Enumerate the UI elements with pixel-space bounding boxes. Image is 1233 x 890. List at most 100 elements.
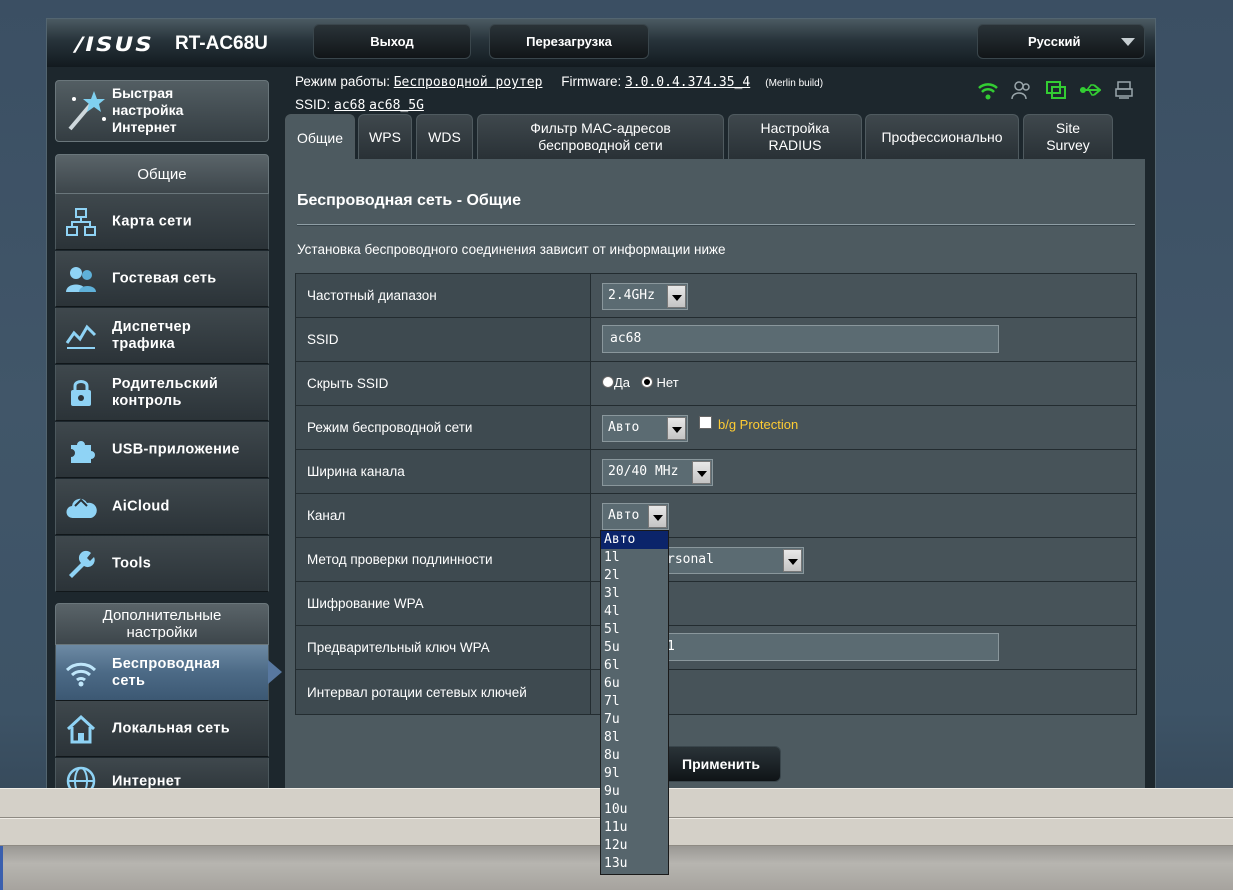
channel-option[interactable]: 2l [601,567,668,585]
channel-option[interactable]: 7l [601,693,668,711]
tab-wds[interactable]: WDS [416,114,473,159]
channel-option[interactable]: 11u [601,819,668,837]
channel-option[interactable]: Авто [601,531,668,549]
title-divider [297,224,1135,225]
channel-width-select[interactable]: 20/40 MHz [602,459,713,486]
tab-professional[interactable]: Профессионально [865,114,1019,159]
general-section-header: Общие [55,154,269,194]
ssid-link-24[interactable]: ac68 [334,98,365,113]
tab-mac-filter-label-2: беспроводной сети [538,137,663,153]
form-row-hide-ssid: Скрыть SSID Да Нет [296,362,1136,406]
sidebar-label-tools: Tools [112,555,152,571]
hide-ssid-label: Скрыть SSID [296,362,591,405]
channel-width-label: Ширина канала [296,450,591,493]
channel-option[interactable]: 6l [601,657,668,675]
apply-button[interactable]: Применить [661,746,781,782]
form-row-band: Частотный диапазон 2.4GHz [296,274,1136,318]
tab-site-survey-label-1: Site [1055,120,1081,136]
tab-radius[interactable]: Настройка RADIUS [728,114,862,159]
hide-ssid-yes-radio[interactable] [602,376,614,388]
ssid-label: SSID: [295,97,331,112]
sidebar-item-usb-app[interactable]: USB-приложение [55,422,269,478]
channel-option[interactable]: 3l [601,585,668,603]
status-icons [977,79,1137,103]
channel-option[interactable]: 13u [601,855,668,873]
sidebar-label-network-map: Карта сети [112,213,192,229]
tab-site-survey[interactable]: Site Survey [1023,114,1113,159]
traffic-manager-icon [65,324,97,349]
network-map-icon [66,208,96,236]
printer-status-icon[interactable] [1113,79,1135,101]
wifi-icon [65,662,97,687]
wifi-status-icon[interactable] [977,79,999,101]
sidebar-item-aicloud[interactable]: AiCloud [55,479,269,535]
language-label: Русский [1028,34,1081,49]
channel-dropdown-list[interactable]: Авто 1l 2l 3l 4l 5l 5u 6l 6u 7l 7u 8l 8u 9l 9u 10u 11u 12… [600,530,669,875]
channel-width-value: 20/40 MHz [608,464,679,479]
wireless-mode-select[interactable]: Авто [602,415,688,442]
sidebar-item-wireless[interactable]: Беспроводная сеть [55,645,282,701]
reboot-button[interactable]: Перезагрузка [489,24,649,59]
usb-app-icon [71,441,95,463]
ssid-input[interactable]: ac68 [602,325,999,353]
hide-ssid-no-radio[interactable] [640,376,653,388]
sidebar-item-lan[interactable]: Локальная сеть [55,701,269,757]
main-content: Беспроводная сеть - Общие Установка бесп… [285,159,1145,799]
ssid-link-5g[interactable]: ac68_5G [369,98,424,113]
sidebar-label-guest-network: Гостевая сеть [112,270,217,286]
tab-general[interactable]: Общие [285,114,355,161]
band-select[interactable]: 2.4GHz [602,283,688,310]
channel-option[interactable]: 5l [601,621,668,639]
hide-ssid-no-label: Нет [656,375,679,390]
language-select[interactable]: Русский [977,24,1145,59]
channel-option[interactable]: 8l [601,729,668,747]
quick-setup-label-1: Быстрая [112,85,174,101]
page-title: Беспроводная сеть - Общие [297,192,522,209]
form-row-auth-method: Метод проверки подлинности rsonal [296,538,1136,582]
logout-button[interactable]: Выход [313,24,471,59]
sidebar-label-wireless-1: Беспроводная [112,655,221,672]
ssid-field-label: SSID [296,318,591,361]
tab-wps[interactable]: WPS [358,114,412,159]
mode-link[interactable]: Беспроводной роутер [394,75,543,90]
sidebar-label-traffic-2: трафика [112,335,176,352]
sidebar-item-tools[interactable]: Tools [55,536,269,592]
tab-mac-filter-label-1: Фильтр MAC-адресов [530,120,671,136]
channel-option[interactable]: 1l [601,549,668,567]
hide-ssid-yes-label: Да [614,375,631,390]
sidebar-label-usb-app: USB-приложение [112,441,240,457]
channel-option[interactable]: 10u [601,801,668,819]
sidebar-item-guest-network[interactable]: Гостевая сеть [55,251,269,307]
channel-option[interactable]: 9u [601,783,668,801]
form-row-key-rotation: Интервал ротации сетевых ключей [296,670,1136,714]
firmware-link[interactable]: 3.0.0.4.374.35_4 [625,75,750,90]
channel-option[interactable]: 12u [601,837,668,855]
advanced-title-1: Дополнительные [102,607,222,624]
channel-option[interactable]: 5u [601,639,668,657]
sidebar-item-traffic-manager[interactable]: Диспетчер трафика [55,308,269,364]
background-edge [0,846,3,890]
channel-option[interactable]: 6u [601,675,668,693]
form-row-channel-width: Ширина канала 20/40 MHz [296,450,1136,494]
channel-select[interactable]: Авто [602,503,669,530]
page-description: Установка беспроводного соединения завис… [297,242,726,257]
channel-option[interactable]: 9l [601,765,668,783]
channel-option[interactable]: 7u [601,711,668,729]
wireless-settings-form: Частотный диапазон 2.4GHz SSID ac68 Скры… [295,273,1137,715]
channel-option[interactable]: 8u [601,747,668,765]
wireless-mode-value: Авто [608,420,640,435]
bg-protection-checkbox[interactable] [699,416,712,429]
quick-internet-setup-button[interactable]: Быстрая настройка Интернет [55,80,269,142]
chevron-down-icon [783,549,802,572]
form-row-wireless-mode: Режим беспроводной сети Авто b/g Protect… [296,406,1136,450]
wpa-encryption-label: Шифрование WPA [296,582,591,625]
usb-status-icon[interactable] [1079,79,1101,101]
channel-option[interactable]: 4l [601,603,668,621]
sidebar-item-network-map[interactable]: Карта сети [55,194,269,250]
tab-radius-label-2: RADIUS [768,137,822,153]
tab-mac-filter[interactable]: Фильтр MAC-адресов беспроводной сети [477,114,724,159]
internet-status-icon[interactable] [1045,79,1067,101]
form-row-wpa-key: Предварительный ключ WPA 1 [296,626,1136,670]
sidebar-item-parental-control[interactable]: Родительский контроль [55,365,269,421]
clients-status-icon[interactable] [1011,79,1033,101]
